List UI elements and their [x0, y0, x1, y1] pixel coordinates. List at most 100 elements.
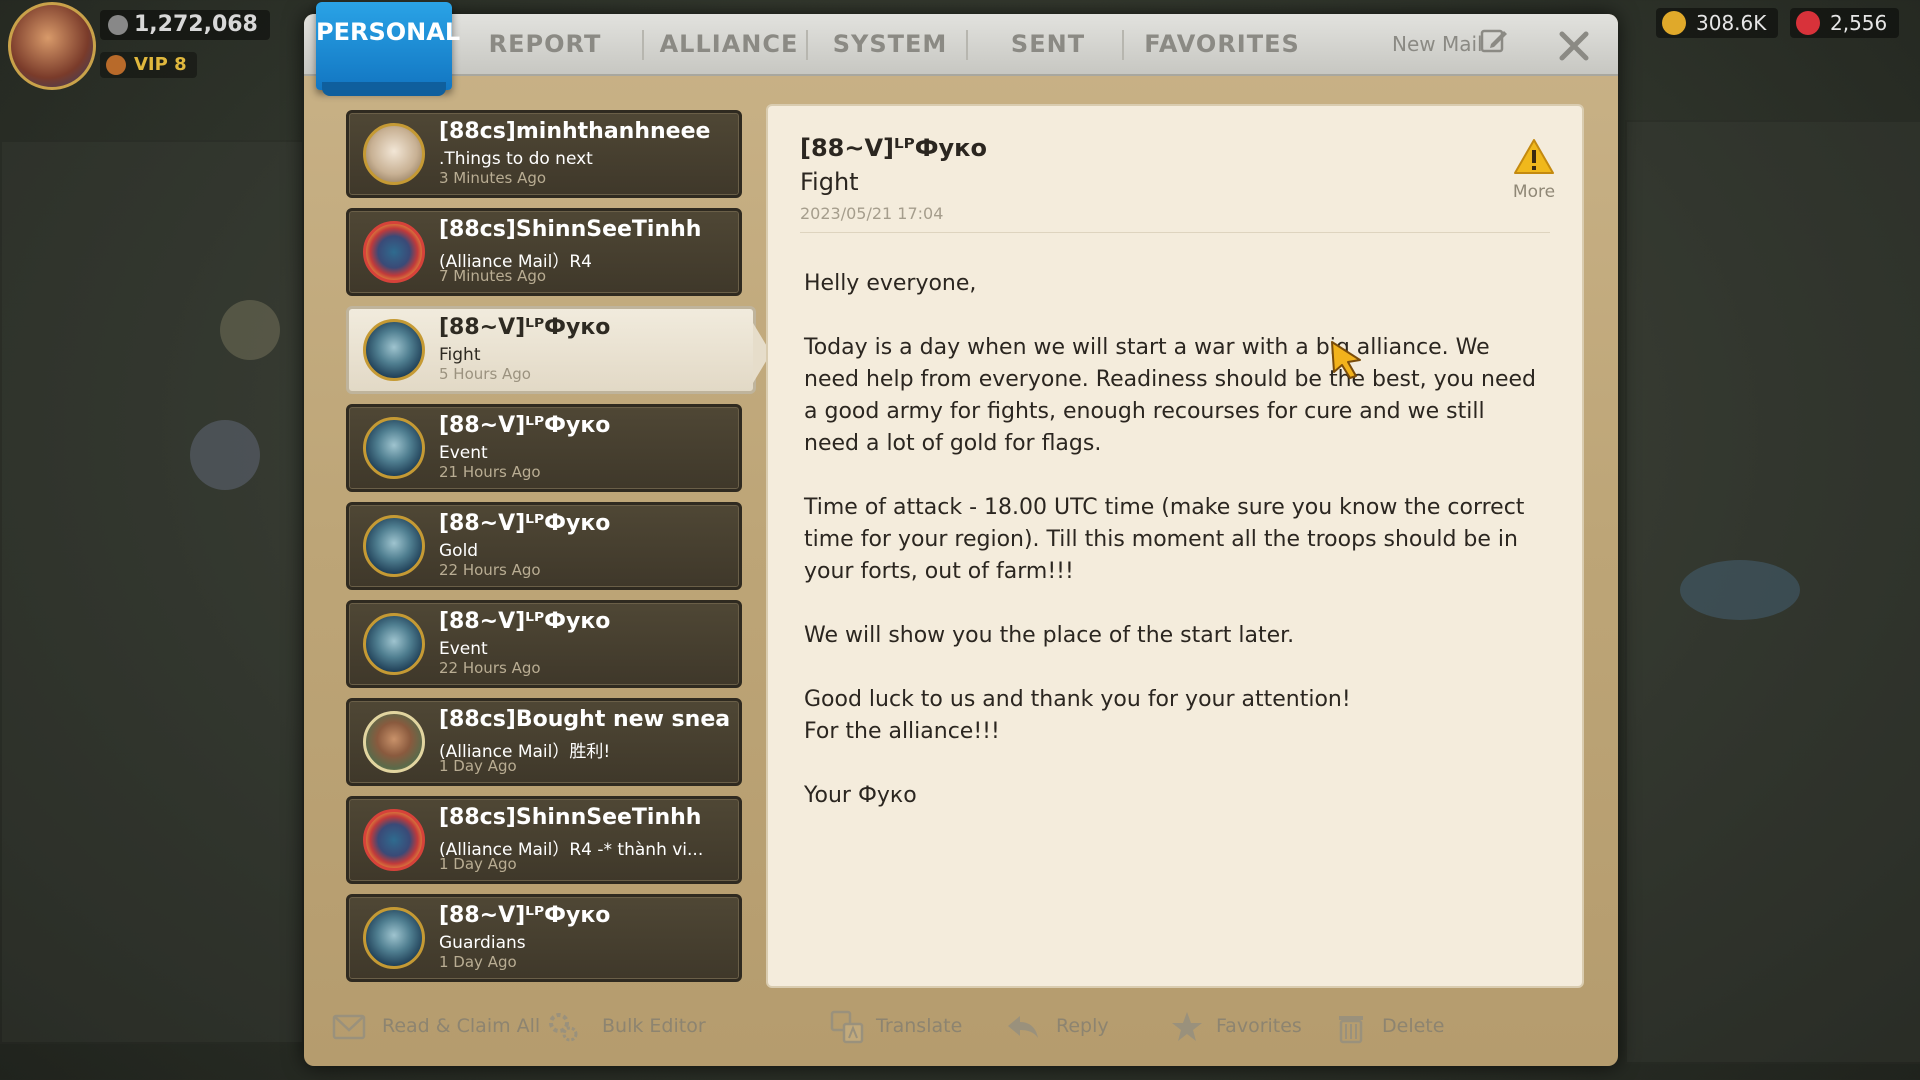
envelope-icon	[332, 1014, 366, 1040]
tab-sent[interactable]: SENT	[984, 22, 1112, 66]
warning-icon	[1514, 139, 1554, 174]
reader-subject: Fight	[800, 168, 859, 196]
vip-label: VIP 8	[134, 54, 187, 75]
mail-list-item[interactable]: [88cs]minhthanhneee .Things to do next 3…	[346, 110, 742, 198]
body-paragraph: Your Фуко	[804, 783, 917, 808]
mail-sender: [88~V]ᴸᴾФуко	[439, 413, 611, 438]
mail-sender: [88~V]ᴸᴾФуко	[439, 609, 611, 634]
mail-time: 1 Day Ago	[439, 757, 517, 775]
body-paragraph: Helly everyone,	[804, 271, 977, 296]
tab-divider	[1122, 30, 1124, 60]
body-paragraph: We will show you the place of the start …	[804, 623, 1295, 648]
mail-list-item[interactable]: [88cs]Bought new snea (Alliance Mail）胜利!…	[346, 698, 742, 786]
vip-icon	[106, 55, 126, 75]
gold-resource[interactable]: 308.6K	[1656, 8, 1779, 38]
mail-time: 1 Day Ago	[439, 953, 517, 971]
girl-avatar	[363, 319, 425, 381]
mail-list-item[interactable]: [88~V]ᴸᴾФуко Gold 22 Hours Ago	[346, 502, 742, 590]
action-bar: Read & Claim All Bulk Editor Translate R…	[304, 1004, 1618, 1054]
girl-avatar	[363, 613, 425, 675]
mail-reader: [88~V]ᴸᴾФуко Fight 2023/05/21 17:04 More…	[766, 104, 1584, 988]
mail-sender: [88~V]ᴸᴾФуко	[439, 315, 611, 340]
mail-list-item[interactable]: [88~V]ᴸᴾФуко Event 22 Hours Ago	[346, 600, 742, 688]
bulk-editor-label: Bulk Editor	[602, 1015, 706, 1037]
mail-sender: [88cs]Bought new snea	[439, 707, 731, 732]
close-icon[interactable]	[1554, 26, 1594, 66]
compose-icon[interactable]	[1479, 26, 1509, 56]
gem-resource[interactable]: 2,556	[1790, 8, 1900, 38]
mail-time: 22 Hours Ago	[439, 561, 541, 579]
tab-personal[interactable]: PERSONAL	[316, 2, 460, 96]
reader-divider	[800, 232, 1550, 233]
favorites-label: Favorites	[1216, 1015, 1302, 1037]
translate-icon	[830, 1010, 864, 1044]
tab-divider	[966, 30, 968, 60]
map-marker	[190, 420, 260, 490]
girl-avatar	[363, 515, 425, 577]
gears-icon	[549, 1013, 578, 1042]
power-value: 1,272,068	[134, 12, 258, 37]
mail-list-item[interactable]: [88cs]ShinnSeeTinhh (Alliance Mail）R4 -*…	[346, 796, 742, 884]
mail-list-item[interactable]: [88~V]ᴸᴾФуко Guardians 1 Day Ago	[346, 894, 742, 982]
reader-date: 2023/05/21 17:04	[800, 204, 944, 223]
gold-coin-icon	[1662, 11, 1686, 35]
map-marker	[220, 300, 280, 360]
mail-time: 5 Hours Ago	[439, 365, 531, 383]
mail-list-item-selected[interactable]: [88~V]ᴸᴾФуко Fight 5 Hours Ago	[346, 306, 771, 394]
more-button[interactable]: More	[1508, 138, 1560, 202]
mail-list-item[interactable]: [88~V]ᴸᴾФуко Event 21 Hours Ago	[346, 404, 742, 492]
man-avatar	[363, 711, 425, 773]
mail-sender: [88~V]ᴸᴾФуко	[439, 903, 611, 928]
mail-subject: Event	[439, 639, 488, 659]
read-claim-all-label: Read & Claim All	[382, 1015, 541, 1037]
flower-avatar	[363, 221, 425, 283]
power-icon	[108, 15, 128, 35]
power-counter: 1,272,068	[100, 10, 270, 40]
mail-panel: REPORT ALLIANCE SYSTEM SENT FAVORITES Ne…	[304, 2, 1618, 1066]
vip-badge[interactable]: VIP 8	[100, 52, 197, 78]
hamster-avatar	[363, 123, 425, 185]
mail-time: 1 Day Ago	[439, 855, 517, 873]
star-icon	[1172, 1012, 1202, 1041]
new-mail-label[interactable]: New Mail	[1392, 28, 1483, 60]
tab-report[interactable]: REPORT	[482, 22, 608, 66]
translate-label: Translate	[876, 1015, 963, 1037]
mail-subject: Fight	[439, 345, 481, 365]
tab-bar: REPORT ALLIANCE SYSTEM SENT FAVORITES Ne…	[304, 14, 1618, 76]
more-label: More	[1512, 182, 1556, 202]
mail-sender: [88cs]ShinnSeeTinhh	[439, 805, 702, 830]
map-marker	[1680, 560, 1800, 620]
mail-time: 3 Minutes Ago	[439, 169, 547, 187]
reader-body: Helly everyone, Today is a day when we w…	[804, 268, 1544, 844]
reply-label: Reply	[1056, 1015, 1109, 1037]
tab-alliance[interactable]: ALLIANCE	[656, 22, 802, 66]
mail-time: 21 Hours Ago	[439, 463, 541, 481]
mail-sender: [88~V]ᴸᴾФуко	[439, 511, 611, 536]
mail-subject: .Things to do next	[439, 149, 593, 169]
gold-value: 308.6K	[1696, 11, 1767, 35]
mail-subject: Gold	[439, 541, 479, 561]
gem-icon	[1796, 11, 1820, 35]
tab-favorites[interactable]: FAVORITES	[1136, 22, 1308, 66]
girl-avatar	[363, 907, 425, 969]
mail-subject: Guardians	[439, 933, 526, 953]
gem-value: 2,556	[1830, 11, 1888, 35]
reader-sender: [88~V]ᴸᴾФуко	[800, 134, 987, 162]
mail-list-item[interactable]: [88cs]ShinnSeeTinhh (Alliance Mail）R4 7 …	[346, 208, 742, 296]
delete-label: Delete	[1382, 1015, 1445, 1037]
flower-avatar	[363, 809, 425, 871]
body-paragraph: Today is a day when we will start a war …	[804, 335, 1537, 456]
trash-icon	[1339, 1016, 1363, 1044]
mail-sender: [88cs]minhthanhneee	[439, 119, 711, 144]
tab-divider	[806, 30, 808, 60]
girl-avatar	[363, 417, 425, 479]
body-paragraph: Good luck to us and thank you for your a…	[804, 687, 1351, 744]
tab-system[interactable]: SYSTEM	[822, 22, 958, 66]
mail-subject: Event	[439, 443, 488, 463]
pointer-cursor-icon	[1331, 341, 1361, 379]
castle-wall-left	[0, 140, 304, 1044]
body-paragraph: Time of attack - 18.00 UTC time (make su…	[804, 495, 1525, 584]
player-avatar[interactable]	[8, 2, 96, 90]
mail-sender: [88cs]ShinnSeeTinhh	[439, 217, 702, 242]
mail-time: 22 Hours Ago	[439, 659, 541, 677]
